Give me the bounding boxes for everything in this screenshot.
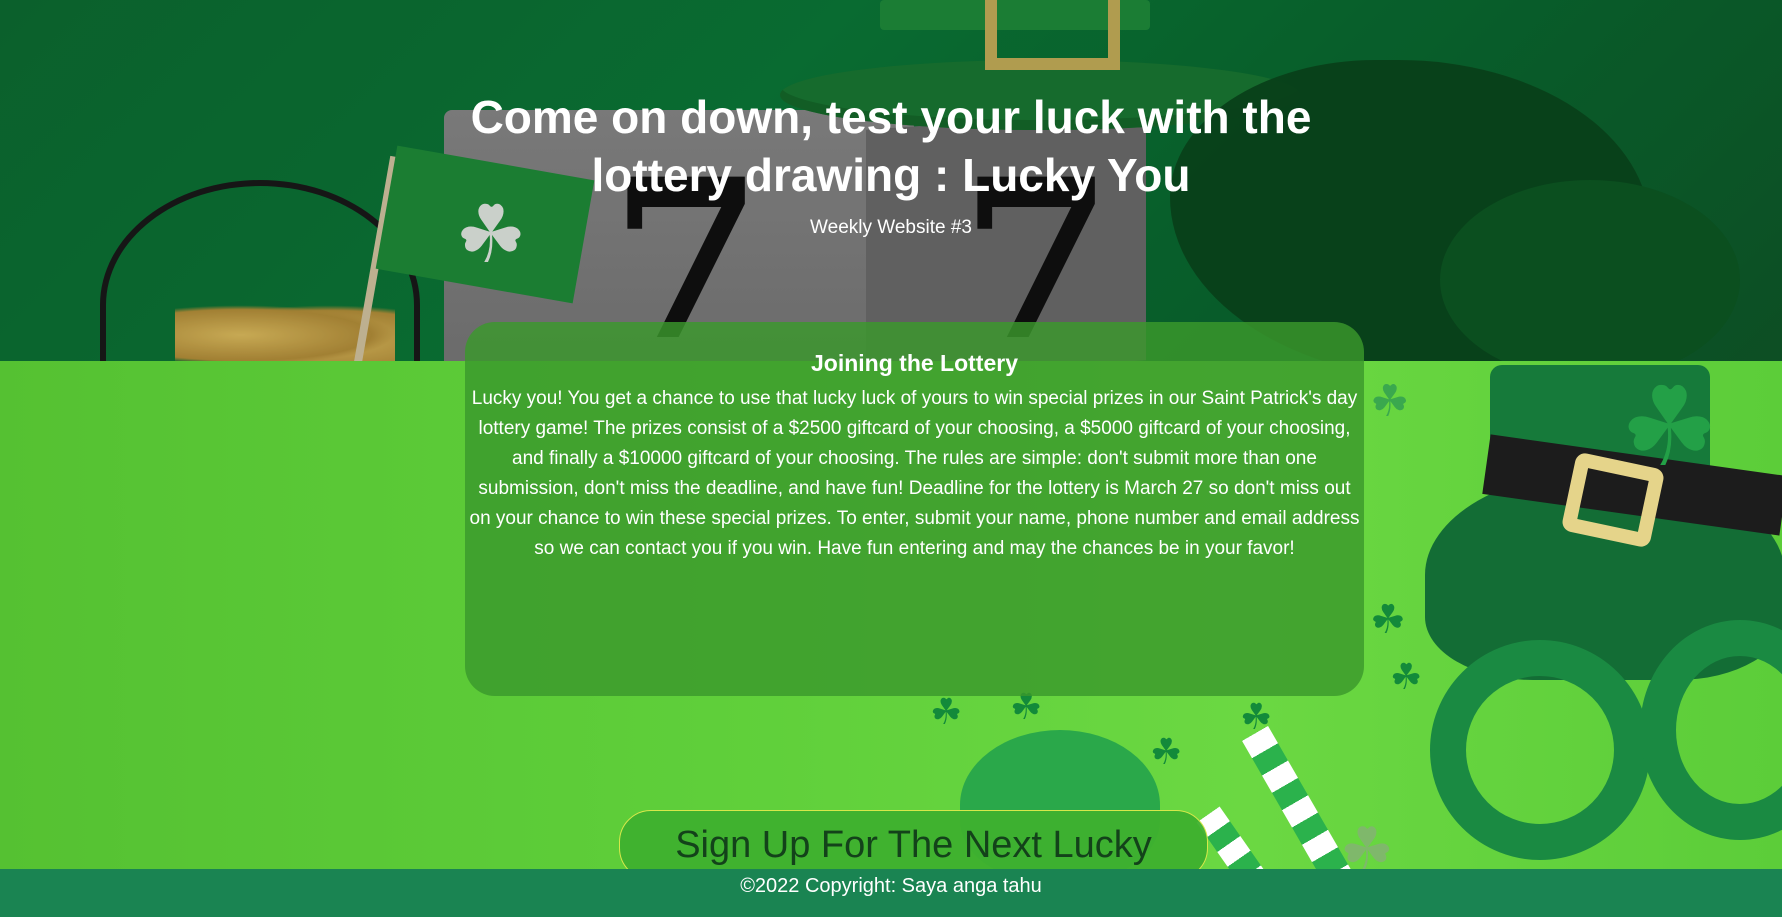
card-heading: Joining the Lottery xyxy=(811,350,1018,376)
shamrock-icon: ☘ xyxy=(1240,697,1273,738)
page-subtitle: Weekly Website #3 xyxy=(810,217,972,238)
shamrock-icon: ☘ xyxy=(930,692,963,733)
footer-copyright: ©2022 Copyright: Saya anga tahu xyxy=(0,869,1782,917)
shamrock-icon: ☘ xyxy=(1390,657,1423,698)
page-title: Come on down, test your luck with the lo… xyxy=(470,91,1312,201)
shamrock-icon: ☘ xyxy=(1370,597,1406,643)
shamrock-icon: ☘ xyxy=(1150,732,1183,773)
lottery-info-card: Joining the Lottery Lucky you! You get a… xyxy=(465,322,1364,696)
shamrock-icon: ☘ xyxy=(1370,376,1410,427)
shamrock-icon: ☘ xyxy=(1620,363,1719,491)
card-body-text: Lucky you! You get a chance to use that … xyxy=(469,388,1360,559)
glasses-graphic xyxy=(1430,640,1650,860)
